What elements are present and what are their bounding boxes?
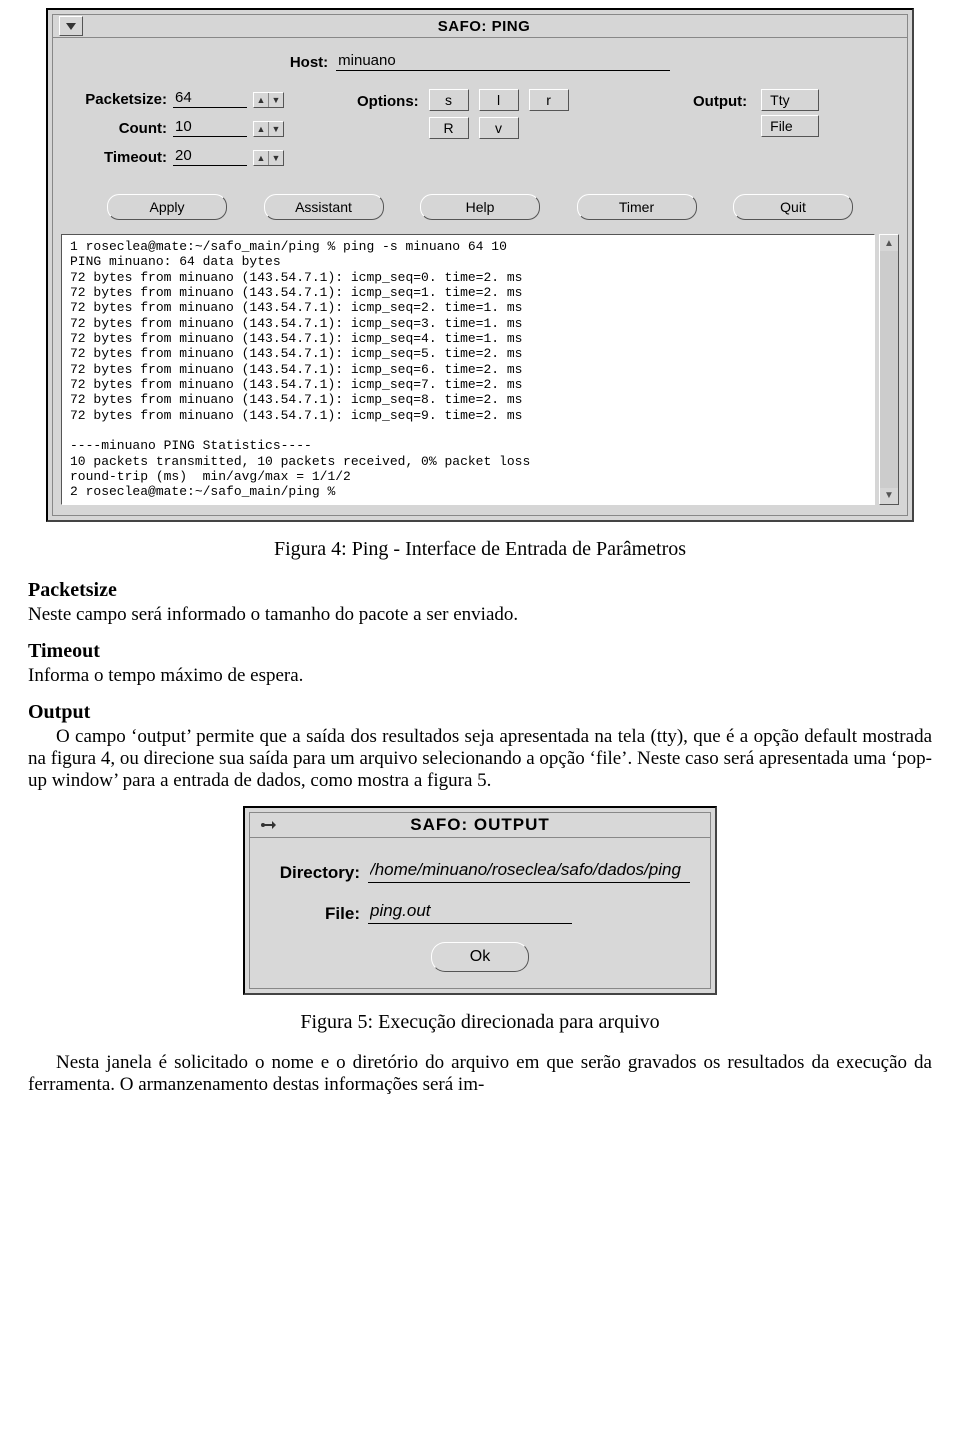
output-dialog-body: Directory: File: Ok (250, 838, 710, 988)
safo-ping-window: SAFO: PING Host: Packetsize: ▲ ▼ (46, 8, 914, 522)
timeout-heading: Timeout (28, 640, 932, 663)
button-row: Apply Assistant Help Timer Quit (67, 176, 893, 230)
output-column: Output: Tty File (693, 89, 893, 176)
file-label: File: (270, 904, 360, 924)
file-row: File: (270, 901, 690, 924)
safo-ping-inner: SAFO: PING Host: Packetsize: ▲ ▼ (52, 14, 908, 516)
output-text: O campo ‘output’ permite que a saída dos… (28, 726, 932, 792)
stepper-up-icon: ▲ (254, 122, 268, 136)
directory-label: Directory: (270, 863, 360, 883)
option-v[interactable]: v (479, 117, 519, 139)
packetsize-label: Packetsize: (67, 91, 167, 108)
stepper-down-icon: ▼ (268, 151, 283, 165)
ok-button[interactable]: Ok (431, 942, 529, 972)
packetsize-input[interactable] (173, 89, 247, 108)
option-r-upper[interactable]: R (429, 117, 469, 139)
packetsize-section: Packetsize Neste campo será informado o … (28, 579, 932, 626)
packetsize-row: Packetsize: ▲ ▼ (67, 89, 347, 108)
output-label: Output: (693, 93, 747, 110)
stepper-down-icon: ▼ (268, 93, 283, 107)
terminal-scrollbar[interactable]: ▲ ▼ (879, 234, 899, 505)
options-column: Options: s l r R v (357, 89, 683, 176)
count-input[interactable] (173, 118, 247, 137)
safo-output-dialog: SAFO: OUTPUT Directory: File: Ok (243, 806, 717, 995)
stepper-up-icon: ▲ (254, 151, 268, 165)
output-heading: Output (28, 701, 932, 724)
timeout-input[interactable] (173, 147, 247, 166)
directory-input[interactable] (368, 860, 690, 883)
left-column: Packetsize: ▲ ▼ Count: ▲ (67, 89, 347, 176)
packetsize-text: Neste campo será informado o tamanho do … (28, 604, 518, 625)
timeout-section: Timeout Informa o tempo máximo de espera… (28, 640, 932, 687)
figure-5-caption: Figura 5: Execução direcionada para arqu… (28, 1011, 932, 1034)
output-dialog-title: SAFO: OUTPUT (280, 815, 710, 835)
timeout-stepper[interactable]: ▲ ▼ (253, 150, 284, 166)
final-paragraph: Nesta janela é solicitado o nome e o dir… (28, 1052, 932, 1096)
help-button[interactable]: Help (420, 194, 540, 220)
output-titlebar: SAFO: OUTPUT (250, 813, 710, 838)
timeout-row: Timeout: ▲ ▼ (67, 147, 347, 166)
timeout-text: Informa o tempo máximo de espera. (28, 665, 303, 686)
ok-button-row: Ok (270, 942, 690, 972)
scroll-up-icon: ▲ (880, 235, 898, 251)
quit-button[interactable]: Quit (733, 194, 853, 220)
timer-button[interactable]: Timer (577, 194, 697, 220)
host-input[interactable] (336, 52, 670, 71)
host-label: Host: (290, 54, 328, 71)
count-row: Count: ▲ ▼ (67, 118, 347, 137)
stepper-down-icon: ▼ (268, 122, 283, 136)
window-title: SAFO: PING (89, 18, 907, 35)
window-menu-button[interactable] (59, 16, 83, 36)
form-area: Host: Packetsize: ▲ ▼ (53, 38, 907, 230)
option-r-lower[interactable]: r (529, 89, 569, 111)
output-section: Output O campo ‘output’ permite que a sa… (28, 701, 932, 792)
figure-4-caption: Figura 4: Ping - Interface de Entrada de… (28, 538, 932, 561)
host-row: Host: (67, 52, 893, 71)
scroll-track (880, 251, 898, 488)
packetsize-stepper[interactable]: ▲ ▼ (253, 92, 284, 108)
param-grid: Packetsize: ▲ ▼ Count: ▲ (67, 89, 893, 176)
titlebar: SAFO: PING (53, 15, 907, 38)
directory-row: Directory: (270, 860, 690, 883)
scroll-down-icon: ▼ (880, 488, 898, 504)
options-label: Options: (357, 93, 419, 110)
chevron-down-icon (65, 21, 77, 31)
pushpin-icon[interactable] (254, 815, 280, 835)
count-label: Count: (67, 120, 167, 137)
apply-button[interactable]: Apply (107, 194, 227, 220)
terminal-wrap: 1 roseclea@mate:~/safo_main/ping % ping … (61, 234, 899, 505)
safo-output-inner: SAFO: OUTPUT Directory: File: Ok (249, 812, 711, 989)
packetsize-heading: Packetsize (28, 579, 932, 602)
output-tty-option[interactable]: Tty (761, 89, 819, 111)
terminal-output: 1 roseclea@mate:~/safo_main/ping % ping … (61, 234, 875, 505)
option-s[interactable]: s (429, 89, 469, 111)
output-file-option[interactable]: File (761, 115, 819, 137)
stepper-up-icon: ▲ (254, 93, 268, 107)
assistant-button[interactable]: Assistant (264, 194, 384, 220)
option-l[interactable]: l (479, 89, 519, 111)
count-stepper[interactable]: ▲ ▼ (253, 121, 284, 137)
file-input[interactable] (368, 901, 572, 924)
timeout-label: Timeout: (67, 149, 167, 166)
